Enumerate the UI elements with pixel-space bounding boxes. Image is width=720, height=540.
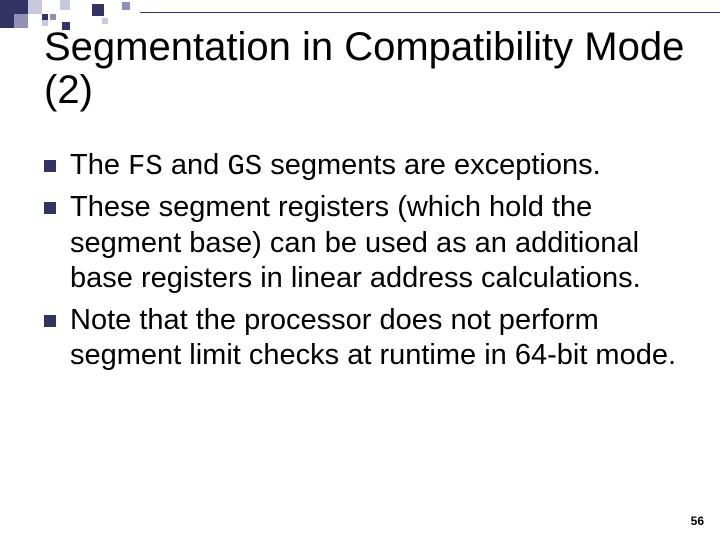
bullet-item: The FS and GS segments are exceptions. xyxy=(44,148,684,184)
bullet-text: The FS and GS segments are exceptions. xyxy=(70,148,684,184)
page-number: 56 xyxy=(691,514,704,528)
slide-body: The FS and GS segments are exceptions. T… xyxy=(44,148,684,379)
header-rule xyxy=(140,12,720,13)
bullet-text: These segment registers (which hold the … xyxy=(70,190,684,296)
bullet-marker-icon xyxy=(44,202,56,214)
slide-title: Segmentation in Compatibility Mode (2) xyxy=(44,26,690,112)
text-fragment: The xyxy=(70,149,128,181)
bullet-item: Note that the processor does not perform… xyxy=(44,303,684,374)
code-fragment: GS xyxy=(227,150,262,183)
bullet-marker-icon xyxy=(44,160,56,172)
bullet-item: These segment registers (which hold the … xyxy=(44,190,684,296)
text-fragment: segments are exceptions. xyxy=(262,149,601,181)
bullet-text: Note that the processor does not perform… xyxy=(70,303,684,374)
text-fragment: and xyxy=(163,149,228,181)
code-fragment: FS xyxy=(128,150,163,183)
bullet-marker-icon xyxy=(44,315,56,327)
